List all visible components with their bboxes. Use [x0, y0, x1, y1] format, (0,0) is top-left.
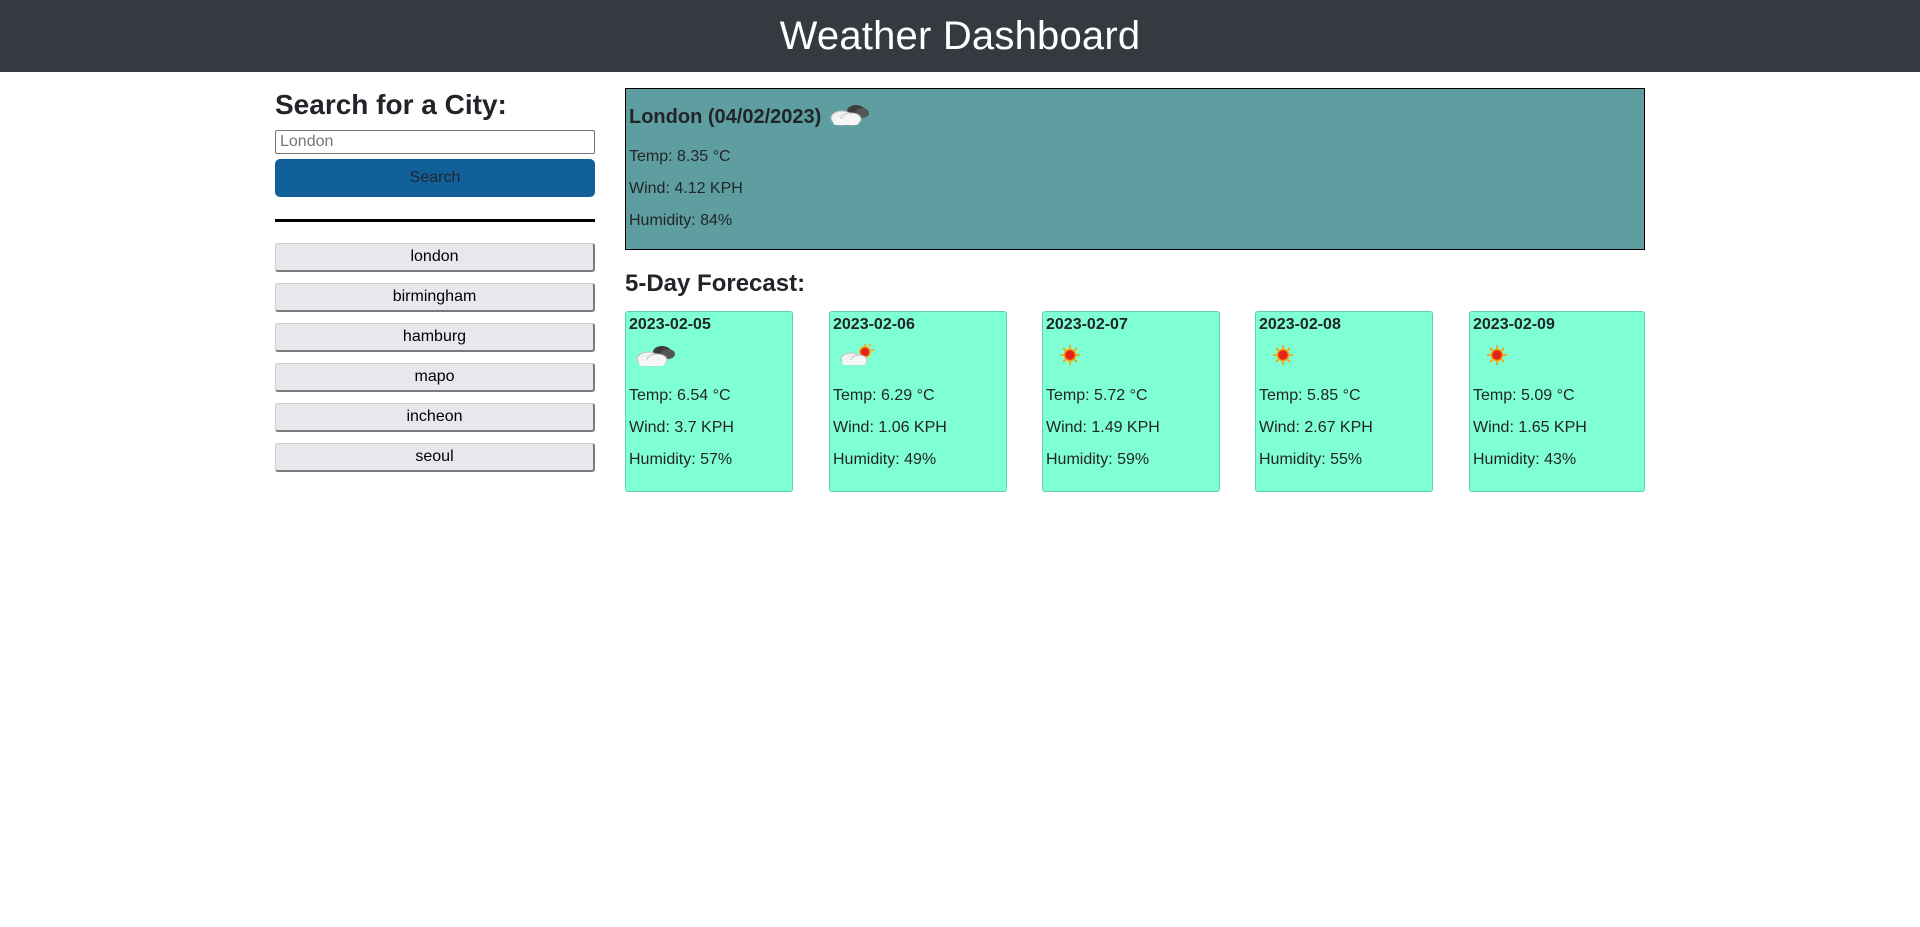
city-search-input[interactable]: [275, 130, 595, 154]
clear-sky-icon: [1477, 340, 1517, 375]
forecast-humidity: Humidity: 59%: [1046, 451, 1150, 468]
forecast-date: 2023-02-07: [1046, 316, 1128, 333]
forecast-wind: Wind: 1.65 KPH: [1473, 419, 1587, 436]
few-clouds-icon: [837, 340, 877, 375]
search-heading: Search for a City:: [275, 89, 507, 120]
forecast-temp: Temp: 5.85 °C: [1259, 387, 1361, 404]
forecast-heading: 5-Day Forecast:: [625, 270, 806, 297]
forecast-humidity: Humidity: 43%: [1473, 451, 1577, 468]
forecast-card: 2023-02-07 Temp: 5.72 °C Wind: 1.49 KPH …: [1042, 311, 1220, 492]
history-city-button[interactable]: hamburg: [275, 323, 595, 352]
forecast-humidity: Humidity: 55%: [1259, 451, 1363, 468]
history-city-button[interactable]: mapo: [275, 363, 595, 392]
forecast-card: 2023-02-05 Temp: 6.54 °C Wind: 3.7 KPH H…: [625, 311, 793, 492]
broken-clouds-icon: [633, 340, 677, 375]
current-weather-card: London (04/02/2023) Temp: 8.35 °C Wind: …: [625, 88, 1645, 250]
forecast-card: 2023-02-06 Temp: 6.29 °C Wind: 1.06 KPH …: [829, 311, 1007, 492]
forecast-date: 2023-02-05: [629, 316, 711, 333]
forecast-humidity: Humidity: 57%: [629, 451, 733, 468]
forecast-card: 2023-02-08 Temp: 5.85 °C Wind: 2.67 KPH …: [1255, 311, 1433, 492]
forecast-temp: Temp: 6.29 °C: [833, 387, 935, 404]
forecast-wind: Wind: 1.49 KPH: [1046, 419, 1160, 436]
forecast-temp: Temp: 5.72 °C: [1046, 387, 1148, 404]
current-weather-title: London (04/02/2023): [629, 99, 1641, 135]
forecast-temp: Temp: 6.54 °C: [629, 387, 731, 404]
forecast-wind: Wind: 3.7 KPH: [629, 419, 734, 436]
history-city-button[interactable]: seoul: [275, 443, 595, 472]
forecast-temp: Temp: 5.09 °C: [1473, 387, 1575, 404]
search-button[interactable]: Search: [275, 159, 595, 197]
forecast-date: 2023-02-06: [833, 316, 915, 333]
history-city-button[interactable]: london: [275, 243, 595, 272]
broken-clouds-icon: [827, 99, 871, 135]
forecast-date: 2023-02-08: [1259, 316, 1341, 333]
weather-panel: London (04/02/2023) Temp: 8.35 °C Wind: …: [625, 88, 1645, 493]
clear-sky-icon: [1263, 340, 1303, 375]
clear-sky-icon: [1050, 340, 1090, 375]
forecast-wind: Wind: 2.67 KPH: [1259, 419, 1373, 436]
history-city-button[interactable]: incheon: [275, 403, 595, 432]
dashboard-body: Search for a City: Search london birming…: [0, 72, 1920, 927]
current-city-date: London (04/02/2023): [629, 105, 822, 128]
history-city-button[interactable]: birmingham: [275, 283, 595, 312]
page-title: Weather Dashboard: [779, 13, 1141, 58]
current-humidity: Humidity: 84%: [629, 212, 733, 229]
forecast-row: 2023-02-05 Temp: 6.54 °C Wind: 3.7 KPH H…: [625, 311, 1645, 493]
forecast-humidity: Humidity: 49%: [833, 451, 937, 468]
forecast-date: 2023-02-09: [1473, 316, 1555, 333]
forecast-wind: Wind: 1.06 KPH: [833, 419, 947, 436]
forecast-card: 2023-02-09 Temp: 5.09 °C Wind: 1.65 KPH …: [1469, 311, 1645, 492]
current-temp: Temp: 8.35 °C: [629, 148, 731, 165]
search-history-list: london birmingham hamburg mapo incheon s…: [275, 243, 595, 483]
top-bar: Weather Dashboard: [0, 0, 1920, 72]
current-wind: Wind: 4.12 KPH: [629, 180, 743, 197]
divider: [275, 219, 595, 222]
search-panel: Search for a City: Search london birming…: [275, 86, 595, 483]
